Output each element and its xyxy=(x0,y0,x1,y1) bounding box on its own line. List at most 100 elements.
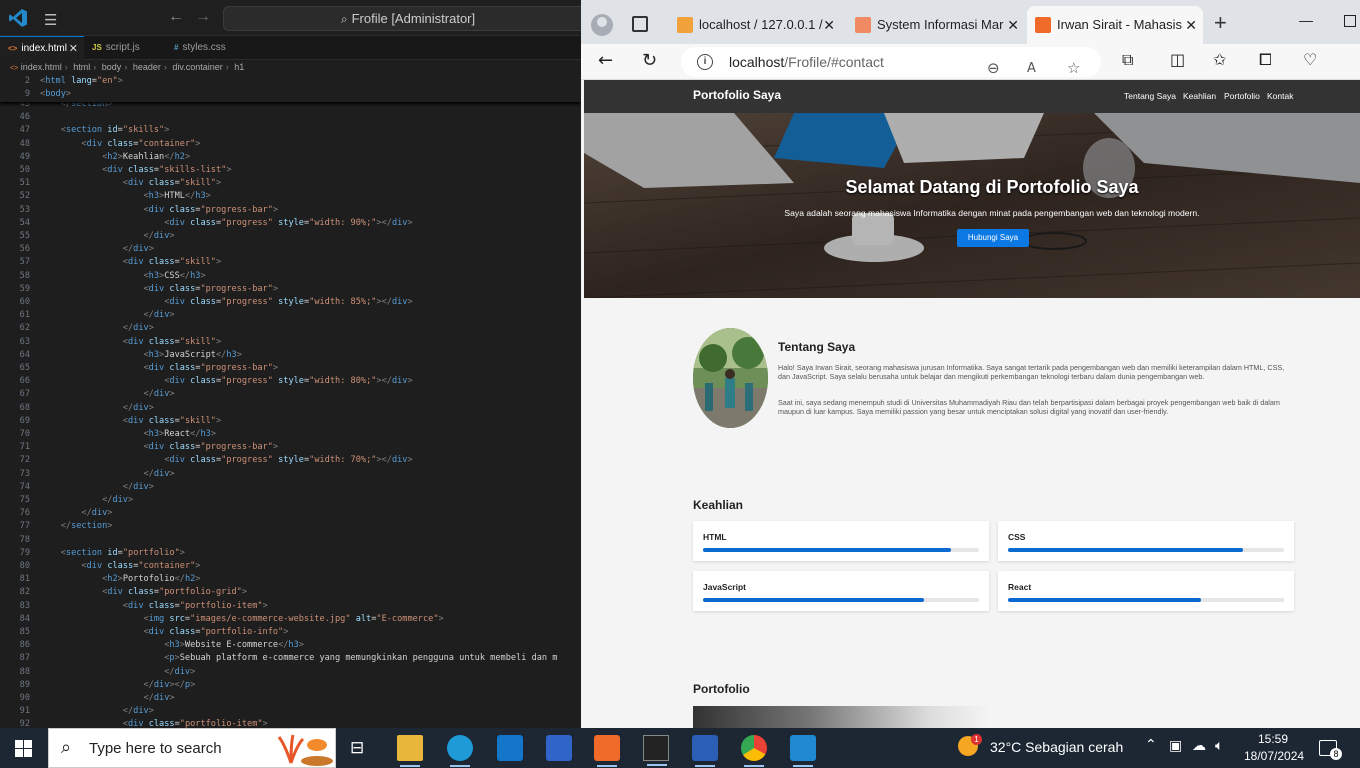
volume-icon[interactable]: 🔈︎ xyxy=(1215,738,1223,754)
code-line[interactable]: 90 </div> xyxy=(0,692,581,705)
profile-avatar-icon[interactable] xyxy=(591,14,613,36)
code-line[interactable]: 51 <div class="skill"> xyxy=(0,177,581,190)
meet-now-icon[interactable]: ▣ xyxy=(1169,738,1182,754)
code-line[interactable]: 56 </div> xyxy=(0,243,581,256)
address-bar[interactable]: i localhost/Frofile/#contact ⊖ A ☆ xyxy=(681,47,1101,77)
extensions-icon[interactable]: ⧉ xyxy=(1122,50,1133,70)
code-line[interactable]: 2 <html lang="en"> xyxy=(0,75,581,88)
code-line[interactable]: 92 <div class="portfolio-item"> xyxy=(0,718,581,728)
network-icon[interactable]: ☁ xyxy=(1192,738,1206,754)
word-icon[interactable] xyxy=(692,735,718,767)
collections-icon[interactable]: ⧠ xyxy=(1259,50,1272,70)
code-line[interactable]: 49 <h2>Keahlian</h2> xyxy=(0,151,581,164)
code-line[interactable]: 91 </div> xyxy=(0,705,581,718)
code-line[interactable]: 72 <div class="progress" style="width: 7… xyxy=(0,454,581,467)
close-icon[interactable]: ✕ xyxy=(1185,6,1197,44)
code-line[interactable]: 84 <img src="images/e-commerce-website.j… xyxy=(0,613,581,626)
command-center-search[interactable]: ⌕ Frofile [Administrator] xyxy=(223,6,581,31)
chevron-up-icon[interactable]: ⌃ xyxy=(1145,737,1157,753)
taskbar-search[interactable]: ⌕ Type here to search xyxy=(48,728,336,768)
back-icon[interactable]: ← xyxy=(598,50,613,71)
nav-link-portofolio[interactable]: Portofolio xyxy=(1224,91,1260,101)
code-line[interactable]: 9 <body> xyxy=(0,88,581,101)
clock-date[interactable]: 18/07/2024 xyxy=(1244,749,1304,763)
tab-script-js[interactable]: JS script.js xyxy=(84,36,166,60)
code-line[interactable]: 89 </div></p> xyxy=(0,679,581,692)
favorites-icon[interactable]: ✩ xyxy=(1213,50,1226,69)
code-line[interactable]: 71 <div class="progress-bar"> xyxy=(0,441,581,454)
site-info-icon[interactable]: i xyxy=(697,54,713,70)
code-line[interactable]: 50 <div class="skills-list"> xyxy=(0,164,581,177)
code-line[interactable]: 48 <div class="container"> xyxy=(0,138,581,151)
nav-link-kontak[interactable]: Kontak xyxy=(1267,91,1293,101)
browser-tab-system-informasi[interactable]: System Informasi Mar ✕ xyxy=(847,6,1025,44)
code-line[interactable]: 61 </div> xyxy=(0,309,581,322)
nav-link-tentang[interactable]: Tentang Saya xyxy=(1124,91,1176,101)
code-line[interactable]: 67 </div> xyxy=(0,388,581,401)
code-line[interactable]: 77 </section> xyxy=(0,520,581,533)
xampp-icon[interactable] xyxy=(594,735,620,767)
forward-arrow-icon[interactable]: → xyxy=(195,8,211,26)
code-line[interactable]: 87 <p>Sebuah platform e-commerce yang me… xyxy=(0,652,581,665)
code-line[interactable]: 54 <div class="progress" style="width: 9… xyxy=(0,217,581,230)
code-line[interactable]: 81 <h2>Portofolio</h2> xyxy=(0,573,581,586)
code-line[interactable]: 55 </div> xyxy=(0,230,581,243)
code-line[interactable]: 65 <div class="progress-bar"> xyxy=(0,362,581,375)
breadcrumb-item[interactable]: div.container xyxy=(172,62,222,72)
code-line[interactable]: 88 </div> xyxy=(0,666,581,679)
nav-link-keahlian[interactable]: Keahlian xyxy=(1183,91,1216,101)
tab-index-html[interactable]: <> index.html ✕ xyxy=(0,36,84,60)
favorite-star-icon[interactable]: ☆ xyxy=(1067,53,1080,83)
mail-icon[interactable] xyxy=(497,735,523,761)
code-line[interactable]: 59 <div class="progress-bar"> xyxy=(0,283,581,296)
breadcrumb-item[interactable]: body xyxy=(102,62,122,72)
minimize-icon[interactable]: — xyxy=(1299,12,1313,28)
code-line[interactable]: 86 <h3>Website E-commerce</h3> xyxy=(0,639,581,652)
code-line[interactable]: 80 <div class="container"> xyxy=(0,560,581,573)
contact-button[interactable]: Hubungi Saya xyxy=(957,229,1029,247)
menu-icon[interactable]: ☰ xyxy=(44,11,57,29)
code-line[interactable]: 70 <h3>React</h3> xyxy=(0,428,581,441)
code-line[interactable]: 66 <div class="progress" style="width: 8… xyxy=(0,375,581,388)
terminal-icon[interactable] xyxy=(643,735,669,766)
browser-essentials-icon[interactable]: ♡ xyxy=(1303,50,1317,69)
code-line[interactable]: 46 xyxy=(0,111,581,124)
breadcrumb-item[interactable]: header xyxy=(133,62,161,72)
maximize-icon[interactable] xyxy=(1344,15,1356,27)
close-icon[interactable]: ✕ xyxy=(1007,6,1019,44)
code-line[interactable]: 58 <h3>CSS</h3> xyxy=(0,270,581,283)
code-line[interactable]: 73 </div> xyxy=(0,468,581,481)
code-line[interactable]: 47 <section id="skills"> xyxy=(0,124,581,137)
windows-start-icon[interactable] xyxy=(15,740,32,757)
browser-tab-irwan-sirait[interactable]: Irwan Sirait - Mahasis ✕ xyxy=(1027,6,1203,44)
tab-styles-css[interactable]: # styles.css xyxy=(166,36,250,60)
chrome-icon[interactable] xyxy=(741,735,767,767)
vscode-taskbar-icon[interactable] xyxy=(790,735,816,767)
code-line[interactable]: 53 <div class="progress-bar"> xyxy=(0,204,581,217)
code-line[interactable]: 74 </div> xyxy=(0,481,581,494)
close-icon[interactable]: ✕ xyxy=(823,6,835,44)
code-line[interactable]: 79 <section id="portfolio"> xyxy=(0,547,581,560)
code-line[interactable]: 83 <div class="portfolio-item"> xyxy=(0,600,581,613)
code-line[interactable]: 68 </div> xyxy=(0,402,581,415)
code-line[interactable]: 64 <h3>JavaScript</h3> xyxy=(0,349,581,362)
edge-icon[interactable] xyxy=(447,735,473,767)
code-line[interactable]: 78 xyxy=(0,534,581,547)
portfolio-item-image[interactable] xyxy=(693,706,989,728)
split-screen-icon[interactable]: ◫ xyxy=(1170,50,1185,69)
code-line[interactable]: 60 <div class="progress" style="width: 8… xyxy=(0,296,581,309)
code-line[interactable]: 82 <div class="portfolio-grid"> xyxy=(0,586,581,599)
code-line[interactable]: 52 <h3>HTML</h3> xyxy=(0,190,581,203)
code-line[interactable]: 75 </div> xyxy=(0,494,581,507)
breadcrumb-item[interactable]: html xyxy=(73,62,90,72)
new-tab-icon[interactable]: + xyxy=(1214,10,1227,36)
microsoft-store-icon[interactable] xyxy=(546,735,572,761)
back-arrow-icon[interactable]: ← xyxy=(168,8,184,26)
code-line[interactable]: 76 </div> xyxy=(0,507,581,520)
code-line[interactable]: 63 <div class="skill"> xyxy=(0,336,581,349)
clock-time[interactable]: 15:59 xyxy=(1258,732,1288,746)
refresh-icon[interactable]: ↻ xyxy=(642,50,657,71)
tab-actions-icon[interactable] xyxy=(632,16,648,32)
breadcrumb-item[interactable]: index.html xyxy=(21,62,62,72)
code-line[interactable]: 62 </div> xyxy=(0,322,581,335)
